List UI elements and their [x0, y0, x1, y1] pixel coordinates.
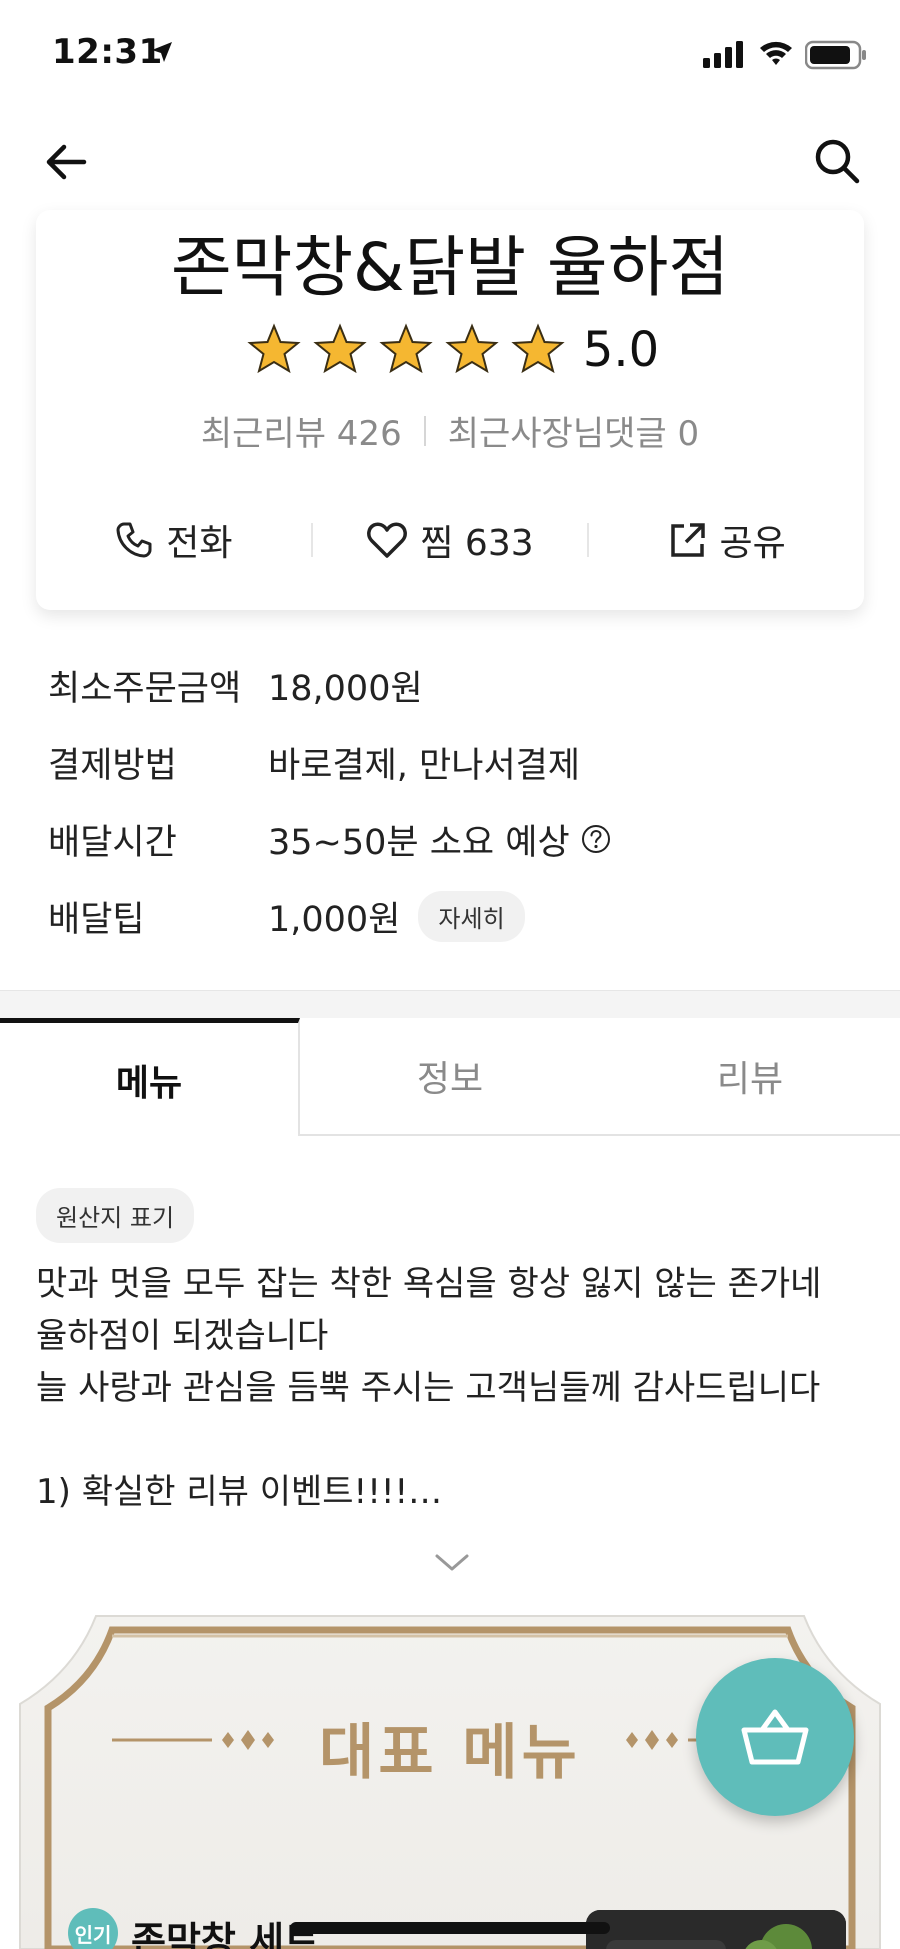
notice-line: 율하점이 되겠습니다 — [36, 1316, 329, 1356]
expand-notice-button[interactable] — [430, 1548, 474, 1578]
location-arrow-icon — [150, 40, 174, 68]
rating-row: 5.0 — [36, 322, 864, 378]
share-label: 공유 — [719, 523, 786, 564]
recent-owner-comments-link[interactable]: 최근사장님댓글 0 — [448, 406, 699, 455]
star-icon — [247, 323, 301, 374]
wifi-icon — [758, 38, 794, 72]
share-button[interactable]: 공유 — [589, 514, 864, 566]
status-time: 12:31 — [52, 32, 163, 72]
info-value: 18,000원 — [268, 668, 423, 709]
review-summary: 최근리뷰 426 최근사장님댓글 0 — [36, 406, 864, 455]
search-icon — [815, 139, 860, 184]
battery-icon — [804, 40, 867, 74]
status-bar: 12:31 — [0, 0, 900, 110]
basket-icon — [741, 1709, 809, 1765]
tab-menu[interactable]: 메뉴 — [0, 1018, 300, 1136]
info-label: 최소주문금액 — [48, 668, 242, 709]
question-circle-icon[interactable] — [580, 823, 612, 855]
notice-line: 늘 사랑과 관심을 듬뿍 주시는 고객님들께 감사드립니다 — [36, 1368, 821, 1408]
favorite-label: 찜 633 — [420, 523, 534, 564]
delivery-tip-detail-button[interactable]: 자세히 — [418, 890, 525, 942]
tab-bar: 메뉴 정보 리뷰 — [0, 1018, 900, 1136]
tab-review[interactable]: 리뷰 — [600, 1018, 900, 1136]
store-actions: 전화 찜 633 공유 — [36, 510, 864, 570]
cart-button[interactable] — [696, 1658, 854, 1816]
food-image — [586, 1910, 846, 1949]
signal-icon — [703, 40, 747, 72]
search-button[interactable] — [808, 132, 866, 190]
section-divider — [0, 990, 900, 1018]
origin-label-button[interactable]: 원산지 표기 — [36, 1188, 195, 1243]
phone-icon — [116, 522, 152, 558]
back-button[interactable] — [38, 134, 94, 190]
info-label: 배달팁 — [48, 899, 145, 940]
store-name: 존막창&닭발 율하점 — [170, 229, 730, 306]
menu-item-photo[interactable] — [586, 1910, 846, 1949]
notice-line — [36, 1414, 866, 1466]
store-notice[interactable]: 맛과 멋을 모두 잡는 착한 욕심을 항상 잃지 않는 존가네 율하점이 되겠습… — [36, 1258, 866, 1518]
info-value-wrap: 35~50분 소요 예상 — [268, 814, 612, 865]
info-value-wrap: 1,000원 자세히 — [268, 890, 525, 942]
call-button[interactable]: 전화 — [36, 514, 311, 566]
share-icon — [670, 523, 705, 557]
favorite-button[interactable]: 찜 633 — [313, 514, 588, 566]
star-icon — [313, 323, 367, 374]
store-card: 존막창&닭발 율하점 5.0 최근리뷰 426 최근사장님댓글 0 전화 찜 6… — [36, 210, 864, 610]
star-icon — [445, 323, 499, 374]
recent-reviews-link[interactable]: 최근리뷰 426 — [201, 406, 402, 455]
notice-line: 맛과 멋을 모두 잡는 착한 욕심을 항상 잃지 않는 존가네 — [36, 1264, 822, 1304]
home-indicator — [290, 1922, 610, 1934]
star-icon — [511, 323, 565, 374]
info-label: 결제방법 — [48, 745, 177, 786]
info-value: 바로결제, 만나서결제 — [268, 745, 581, 786]
arrow-left-icon — [46, 144, 87, 180]
chevron-down-icon — [435, 1554, 469, 1571]
info-value: 35~50분 소요 예상 — [268, 822, 570, 863]
heart-icon — [367, 522, 408, 558]
info-value: 1,000원 — [268, 899, 401, 940]
star-icon — [379, 323, 433, 374]
call-label: 전화 — [166, 523, 233, 564]
info-label: 배달시간 — [48, 822, 177, 863]
notice-line: 1) 확실한 리뷰 이벤트!!!!… — [36, 1472, 443, 1512]
rating-value: 5.0 — [582, 322, 660, 378]
divider — [423, 415, 426, 446]
featured-menu-title: 대표 메뉴 — [319, 1718, 581, 1788]
tab-info[interactable]: 정보 — [300, 1018, 600, 1136]
